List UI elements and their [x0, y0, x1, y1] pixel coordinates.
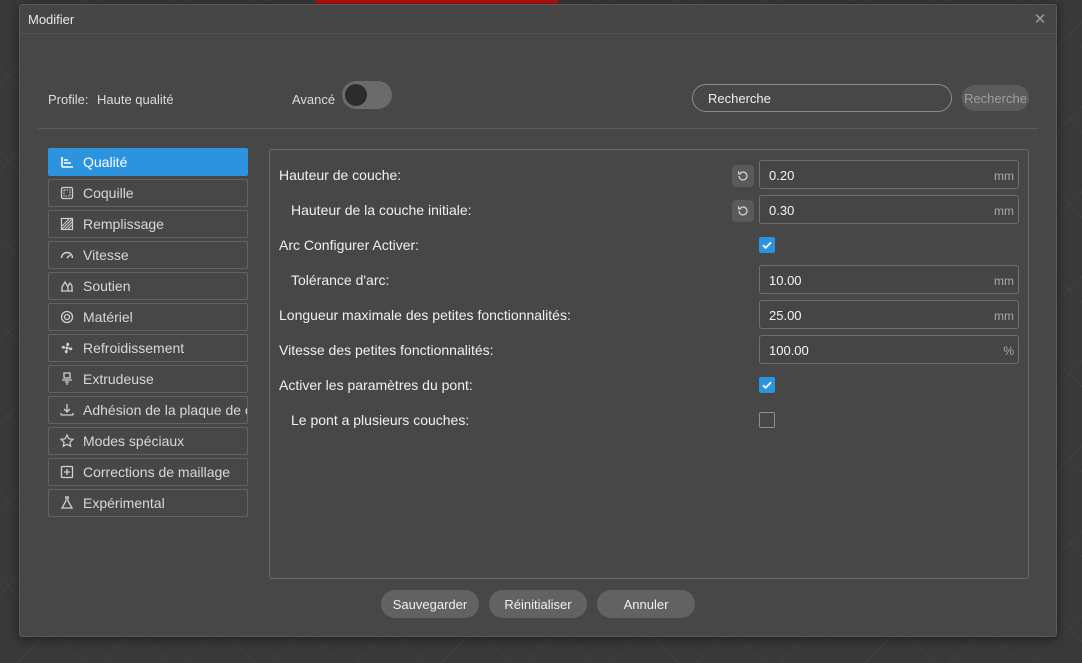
sidebar-item-9[interactable]: Modes spéciaux [48, 427, 248, 455]
quality-icon [59, 154, 75, 170]
sidebar-item-label: Matériel [83, 309, 133, 325]
setting-row: Arc Configurer Activer: [270, 230, 1028, 260]
setting-row: Vitesse des petites fonctionnalités: 100.… [270, 335, 1028, 365]
setting-label: Tolérance d'arc: [291, 272, 390, 288]
star-icon [59, 433, 75, 449]
sidebar-item-label: Qualité [83, 154, 128, 170]
dialog-titlebar: Modifier ✕ [20, 5, 1056, 34]
sidebar-item-7[interactable]: Extrudeuse [48, 365, 248, 393]
cancel-button[interactable]: Annuler [597, 590, 695, 618]
setting-checkbox[interactable] [759, 377, 775, 393]
setting-checkbox[interactable] [759, 237, 775, 253]
sidebar-item-label: Vitesse [83, 247, 129, 263]
sidebar-item-3[interactable]: Vitesse [48, 241, 248, 269]
extruder-icon [59, 371, 75, 387]
setting-unit: mm [994, 169, 1014, 183]
sidebar-item-label: Remplissage [83, 216, 164, 232]
sidebar-item-6[interactable]: Refroidissement [48, 334, 248, 362]
divider [38, 128, 1038, 129]
setting-unit: mm [994, 204, 1014, 218]
sidebar-item-label: Modes spéciaux [83, 433, 185, 449]
sidebar-item-label: Coquille [83, 185, 134, 201]
setting-label: Hauteur de la couche initiale: [291, 202, 472, 218]
setting-row: Le pont a plusieurs couches: [270, 405, 1028, 435]
adhesion-icon [59, 402, 75, 418]
setting-value-field[interactable]: 100.00% [759, 335, 1019, 364]
infill-icon [59, 216, 75, 232]
support-icon [59, 278, 75, 294]
material-icon [59, 309, 75, 325]
setting-unit: % [1003, 344, 1014, 358]
advanced-label: Avancé [292, 92, 336, 107]
flask-icon [59, 495, 75, 511]
setting-value: 25.00 [769, 308, 802, 323]
advanced-toggle[interactable] [342, 81, 392, 109]
sidebar-item-5[interactable]: Matériel [48, 303, 248, 331]
setting-value: 100.00 [769, 343, 809, 358]
mesh-fix-icon [59, 464, 75, 480]
sidebar-item-1[interactable]: Coquille [48, 179, 248, 207]
setting-unit: mm [994, 309, 1014, 323]
setting-value: 10.00 [769, 273, 802, 288]
sidebar-item-label: Adhésion de la plaque de construction [83, 402, 247, 418]
sidebar-item-11[interactable]: Expérimental [48, 489, 248, 517]
setting-value: 0.30 [769, 203, 795, 218]
sidebar-item-8[interactable]: Adhésion de la plaque de construction [48, 396, 248, 424]
close-icon[interactable]: ✕ [1032, 11, 1048, 27]
sidebar-item-label: Soutien [83, 278, 131, 294]
reset-icon[interactable] [732, 165, 754, 187]
profile-value: Haute qualité [97, 92, 174, 107]
setting-row: Hauteur de la couche initiale: 0.30 mm [270, 195, 1028, 225]
search-button[interactable]: Recherche [962, 85, 1029, 111]
reset-icon[interactable] [732, 200, 754, 222]
setting-value-field[interactable]: 0.20 mm [759, 160, 1019, 189]
settings-panel: Hauteur de couche: 0.20 mm Hauteur de la co… [269, 149, 1029, 579]
sidebar-item-label: Corrections de maillage [83, 464, 231, 480]
setting-label: Vitesse des petites fonctionnalités: [279, 342, 494, 358]
category-sidebar: Qualité Coquille Remplissage Vitesse Soutien… [48, 148, 248, 520]
save-button[interactable]: Sauvegarder [381, 590, 479, 618]
setting-value-field[interactable]: 10.00 mm [759, 265, 1019, 294]
setting-row: Hauteur de couche: 0.20 mm [270, 160, 1028, 190]
sidebar-item-2[interactable]: Remplissage [48, 210, 248, 238]
setting-label: Activer les paramètres du pont: [279, 377, 473, 393]
sidebar-item-label: Expérimental [83, 495, 165, 511]
setting-value: 0.20 [769, 168, 795, 183]
dialog-title: Modifier [28, 11, 75, 27]
sidebar-item-4[interactable]: Soutien [48, 272, 248, 300]
setting-row: Activer les paramètres du pont: [270, 370, 1028, 400]
reset-button[interactable]: Réinitialiser [489, 590, 587, 618]
toggle-knob [345, 84, 367, 106]
setting-row: Longueur maximale des petites fonctionna… [270, 300, 1028, 330]
shell-icon [59, 185, 75, 201]
sidebar-item-label: Extrudeuse [83, 371, 154, 387]
sidebar-item-10[interactable]: Corrections de maillage [48, 458, 248, 486]
profile-label: Profile: [48, 92, 89, 107]
setting-label: Le pont a plusieurs couches: [291, 412, 470, 428]
sidebar-item-label: Refroidissement [83, 340, 185, 356]
modify-dialog: Modifier ✕ Profile: Haute qualité Avancé… [19, 4, 1057, 637]
setting-value-field[interactable]: 0.30 mm [759, 195, 1019, 224]
setting-unit: mm [994, 274, 1014, 288]
search-input[interactable] [692, 84, 952, 112]
setting-label: Hauteur de couche: [279, 167, 402, 183]
setting-value-field[interactable]: 25.00 mm [759, 300, 1019, 329]
profile-toolbar: Profile: Haute qualité Avancé Recherche [20, 81, 1056, 115]
sidebar-item-0[interactable]: Qualité [48, 148, 248, 176]
setting-label: Arc Configurer Activer: [279, 237, 420, 253]
setting-label: Longueur maximale des petites fonctionna… [279, 307, 571, 323]
setting-checkbox[interactable] [759, 412, 775, 428]
fan-icon [59, 340, 75, 356]
setting-row: Tolérance d'arc: 10.00 mm [270, 265, 1028, 295]
speed-icon [59, 247, 75, 263]
